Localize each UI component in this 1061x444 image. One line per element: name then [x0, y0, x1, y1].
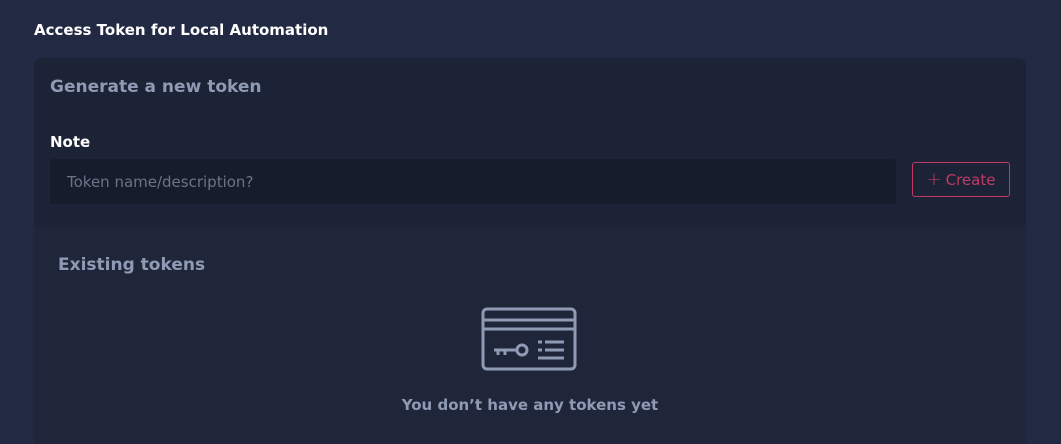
access-token-page: Access Token for Local Automation Genera… [0, 0, 1061, 444]
create-button[interactable]: + Create [912, 162, 1010, 197]
note-input[interactable] [50, 159, 896, 204]
existing-tokens-title: Existing tokens [58, 255, 206, 275]
create-button-label: Create [945, 170, 996, 189]
empty-tokens-message: You don’t have any tokens yet [401, 396, 659, 414]
generate-token-panel: Generate a new token Note + Create [34, 58, 1026, 227]
section-title: Access Token for Local Automation [34, 21, 329, 39]
generate-token-title: Generate a new token [50, 77, 262, 97]
token-card: Generate a new token Note + Create Exist… [34, 58, 1026, 444]
plus-icon: + [926, 168, 942, 190]
token-card-icon [481, 307, 577, 371]
note-label: Note [50, 133, 91, 151]
